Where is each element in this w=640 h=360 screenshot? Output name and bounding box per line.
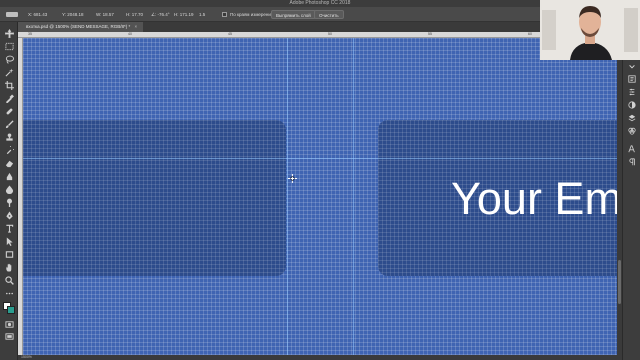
blur-tool-icon[interactable] — [2, 184, 16, 194]
properties-panel-icon[interactable] — [627, 87, 637, 97]
ruler-tick: 35 — [28, 32, 32, 36]
rectangle-tool-icon[interactable] — [2, 249, 16, 259]
presenter-video-icon — [540, 0, 640, 60]
type-tool-icon[interactable] — [2, 223, 16, 233]
ruler-tick: 40 — [128, 32, 132, 36]
brush-tool-icon[interactable] — [2, 119, 16, 129]
close-tab-icon[interactable]: × — [135, 22, 138, 32]
marquee-tool-icon[interactable] — [2, 41, 16, 51]
gradient-tool-icon[interactable] — [2, 171, 16, 181]
document-tab[interactable]: вхотка.psd @ 1500% (SEND MESSAGE, RGB/8*… — [18, 22, 144, 32]
email-placeholder-text: Your Em — [451, 173, 617, 224]
use-measurement-scale-checkbox[interactable] — [222, 12, 227, 17]
eraser-tool-icon[interactable] — [2, 158, 16, 168]
crop-tool-icon[interactable] — [2, 80, 16, 90]
document-canvas[interactable]: Your Em — [23, 38, 617, 356]
screen-mode-icon[interactable] — [2, 331, 16, 341]
straighten-layer-button[interactable]: Выпрямить слой — [271, 10, 316, 19]
vertical-guide[interactable] — [353, 38, 354, 356]
width-readout: W: 18.57 — [96, 12, 114, 17]
ruler-tick: 45 — [228, 32, 232, 36]
layers-panel-icon[interactable] — [627, 113, 637, 123]
y-readout: Y: 2048.18 — [62, 12, 84, 17]
zoom-tool-icon[interactable] — [2, 275, 16, 285]
lasso-tool-icon[interactable] — [2, 54, 16, 64]
horizontal-guide[interactable] — [23, 158, 617, 159]
webcam-overlay — [540, 0, 640, 60]
magic-wand-icon[interactable] — [2, 67, 16, 77]
adjustments-panel-icon[interactable] — [627, 100, 637, 110]
paragraph-panel-icon[interactable] — [627, 157, 637, 167]
eyedropper-icon[interactable] — [2, 93, 16, 103]
height-readout: H: 17.70 — [126, 12, 144, 17]
dodge-tool-icon[interactable] — [2, 197, 16, 207]
path-selection-icon[interactable] — [2, 236, 16, 246]
background-color-swatch[interactable] — [7, 306, 15, 314]
ruler-tool-preset-icon[interactable] — [6, 12, 18, 17]
scrollbar-thumb[interactable] — [618, 260, 621, 304]
ruler-tick: 55 — [428, 32, 432, 36]
x-readout: X: 681.43 — [28, 12, 48, 17]
clone-stamp-icon[interactable] — [2, 132, 16, 142]
healing-brush-icon[interactable] — [2, 106, 16, 116]
hand-tool-icon[interactable] — [2, 262, 16, 272]
history-brush-icon[interactable] — [2, 145, 16, 155]
left-input-box — [23, 120, 286, 276]
clear-button[interactable]: Очистить — [314, 10, 344, 19]
collapsed-panels-dock — [622, 60, 640, 360]
move-tool-icon[interactable] — [2, 28, 16, 38]
channels-panel-icon[interactable] — [627, 126, 637, 136]
use-measurement-scale-label: По краям измерений — [230, 12, 274, 17]
vertical-guide[interactable] — [287, 38, 288, 356]
more-tools-icon[interactable] — [2, 288, 16, 298]
document-tab-bar: вхотка.psd @ 1500% (SEND MESSAGE, RGB/8*… — [18, 22, 622, 32]
status-bar: 1500% — [18, 355, 622, 360]
tools-panel — [0, 22, 18, 360]
pen-tool-icon[interactable] — [2, 210, 16, 220]
character-panel-icon[interactable] — [627, 144, 637, 154]
zoom-level[interactable]: 1500% — [21, 355, 32, 360]
ruler-tick: 50 — [328, 32, 332, 36]
crosshair-cursor-icon — [288, 174, 297, 183]
length2-readout: 1.5 — [199, 12, 206, 17]
angle-readout: ∠: -76.4° — [151, 12, 170, 17]
ruler-tick: 60 — [528, 32, 532, 36]
length-readout: H: 171.19 — [174, 12, 194, 17]
document-tab-label: вхотка.psd @ 1500% (SEND MESSAGE, RGB/8*… — [26, 24, 131, 29]
collapse-panel-icon[interactable] — [627, 62, 637, 72]
quick-mask-icon[interactable] — [2, 319, 16, 329]
history-panel-icon[interactable] — [627, 74, 637, 84]
